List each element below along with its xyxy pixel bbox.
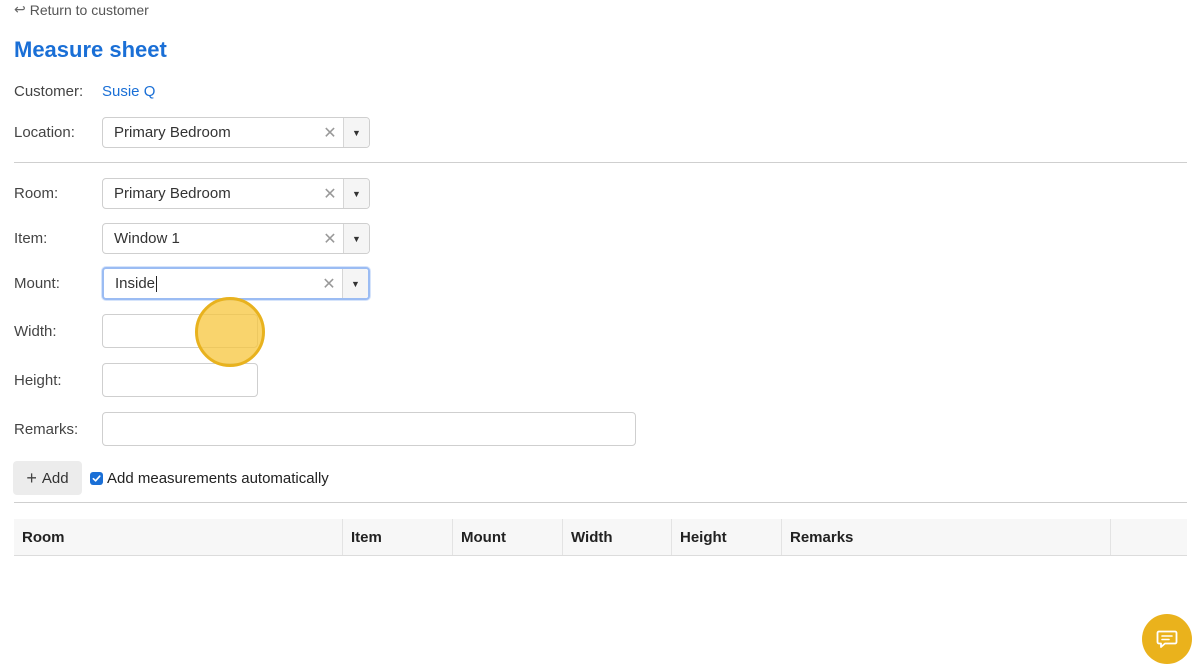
room-select[interactable]: Primary Bedroom ✕ ▼: [102, 178, 370, 209]
add-button-label: Add: [41, 469, 69, 487]
room-label: Room:: [14, 185, 59, 202]
height-row: Height:: [14, 363, 258, 397]
column-header-room[interactable]: Room: [14, 519, 343, 555]
auto-measure-label: Add measurements automatically: [107, 470, 329, 487]
item-select[interactable]: Window 1 ✕ ▼: [102, 223, 370, 254]
column-header-actions: [1111, 519, 1187, 555]
mount-label: Mount:: [14, 275, 60, 292]
height-label: Height:: [14, 371, 62, 389]
mount-select[interactable]: Inside ✕ ▼: [102, 267, 370, 300]
mount-select-value: Inside: [104, 274, 316, 293]
auto-measure-checkbox[interactable]: [90, 472, 103, 485]
column-header-item[interactable]: Item: [343, 519, 453, 555]
mount-select-text: Inside: [115, 274, 156, 292]
return-to-customer-label: Return to customer: [29, 1, 149, 18]
column-header-remarks[interactable]: Remarks: [782, 519, 1111, 555]
click-highlight-marker: [195, 297, 265, 367]
item-row: Item: Window 1 ✕ ▼: [14, 223, 370, 254]
item-select-value: Window 1: [114, 230, 180, 247]
room-select-value: Primary Bedroom: [114, 185, 231, 202]
clear-x-icon[interactable]: ✕: [317, 184, 343, 204]
remarks-row: Remarks:: [14, 412, 636, 446]
remarks-label: Remarks:: [14, 420, 79, 438]
remarks-input[interactable]: [102, 412, 636, 446]
caret-down-icon[interactable]: ▼: [343, 224, 369, 253]
location-label: Location:: [14, 124, 75, 141]
auto-measure-option: Add measurements automatically: [90, 470, 329, 487]
chat-button[interactable]: [1142, 614, 1192, 664]
location-select-value: Primary Bedroom: [114, 124, 231, 141]
column-header-mount[interactable]: Mount: [453, 519, 563, 555]
return-to-customer-link[interactable]: ↩ Return to customer: [14, 1, 149, 18]
caret-down-icon[interactable]: ▼: [342, 269, 368, 298]
location-select[interactable]: Primary Bedroom ✕ ▼: [102, 117, 370, 148]
clear-x-icon[interactable]: ✕: [317, 123, 343, 143]
caret-down-icon[interactable]: ▼: [343, 179, 369, 208]
height-input[interactable]: [102, 363, 258, 397]
location-row: Location: Primary Bedroom ✕ ▼: [14, 117, 370, 148]
checkmark-icon: [92, 475, 101, 482]
clear-x-icon[interactable]: ✕: [316, 274, 342, 294]
table-divider: [14, 502, 1187, 503]
text-cursor: [156, 276, 158, 293]
width-label: Width:: [14, 322, 57, 340]
chat-icon: [1156, 630, 1178, 648]
clear-x-icon[interactable]: ✕: [317, 229, 343, 249]
add-button[interactable]: + Add: [13, 461, 82, 495]
mount-row: Mount: Inside ✕ ▼: [14, 267, 370, 300]
room-row: Room: Primary Bedroom ✕ ▼: [14, 178, 370, 209]
column-header-height[interactable]: Height: [672, 519, 782, 555]
caret-down-icon[interactable]: ▼: [343, 118, 369, 147]
page-title: Measure sheet: [14, 37, 167, 62]
column-header-width[interactable]: Width: [563, 519, 672, 555]
customer-name-link[interactable]: Susie Q: [102, 83, 155, 100]
customer-row: Customer: Susie Q: [14, 83, 155, 100]
customer-label: Customer:: [14, 83, 84, 100]
plus-icon: +: [26, 467, 37, 488]
section-divider: [14, 162, 1187, 163]
item-label: Item:: [14, 230, 48, 247]
measurements-table-header: Room Item Mount Width Height Remarks: [14, 519, 1187, 556]
return-arrow-icon: ↩: [14, 1, 26, 17]
